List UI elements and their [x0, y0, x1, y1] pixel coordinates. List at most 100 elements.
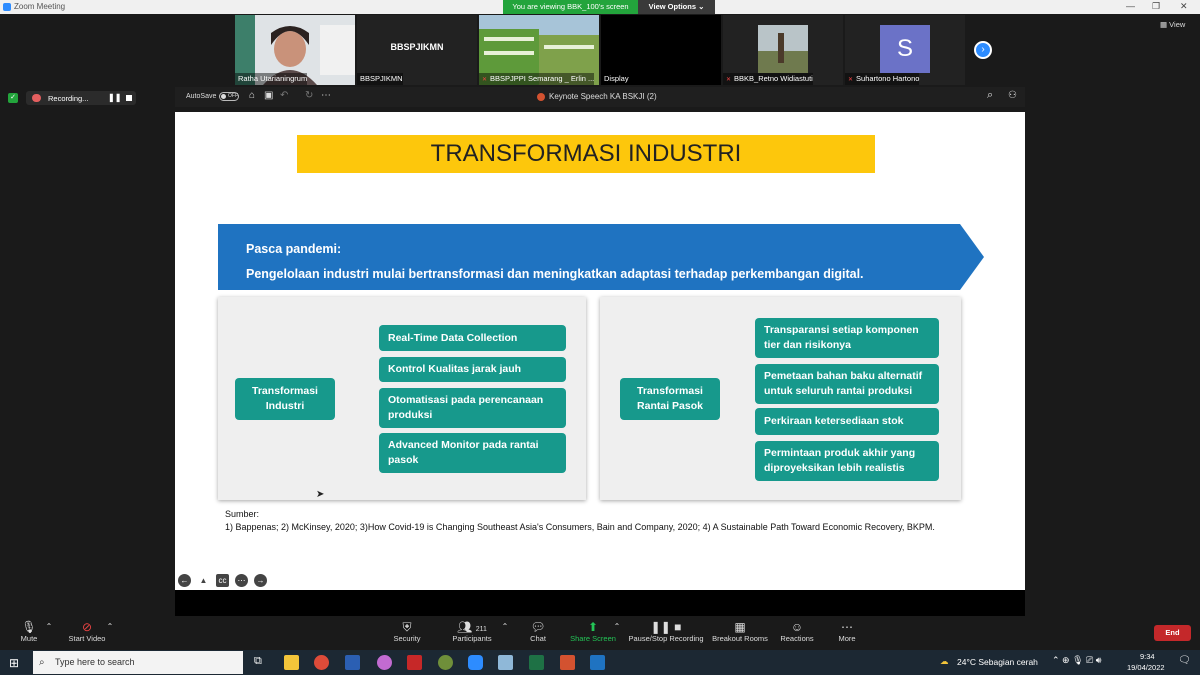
more-button[interactable]: ⋯ More	[835, 617, 859, 650]
file-explorer-icon[interactable]	[284, 655, 299, 670]
mouse-cursor-icon: ➤	[316, 489, 325, 500]
tray-icons[interactable]: ⌃ ⊕ 🎙︎ ⎚ 🔊︎	[1052, 655, 1101, 666]
recording-label: Recording...	[48, 94, 89, 103]
next-page-arrow-icon[interactable]: ›	[974, 41, 992, 59]
share-people-icon[interactable]: ⚇	[1008, 90, 1017, 101]
shield-icon: ⛨	[402, 620, 412, 634]
captions-icon[interactable]: cc	[216, 574, 229, 587]
clock-date[interactable]: 19/04/2022	[1127, 663, 1165, 672]
restore-icon[interactable]: ❐	[1152, 1, 1160, 12]
weather-text[interactable]: 24°C Sebagian cerah	[957, 657, 1038, 667]
participant-name: BBKB_Retno Widiastuti	[723, 73, 813, 85]
notifications-icon[interactable]: 🗨︎	[1178, 655, 1191, 666]
hub-transformasi-industri: Transformasi Industri	[235, 378, 335, 420]
participants-chevron-icon[interactable]: ⌃	[500, 617, 510, 650]
breakout-rooms-icon: ▦	[734, 620, 746, 634]
security-button[interactable]: ⛨ Security	[390, 617, 424, 650]
video-off-icon: ⊘	[81, 620, 93, 634]
undo-icon[interactable]: ↶	[280, 90, 288, 101]
stop-recording-icon[interactable]	[126, 95, 132, 101]
right-item: Permintaan produk akhir yang diproyeksik…	[755, 441, 939, 481]
microphone-icon: 🎙︎	[21, 620, 37, 634]
left-item: Kontrol Kualitas jarak jauh	[379, 357, 566, 382]
taskbar-search-input[interactable]: ⌕ Type here to search	[33, 651, 243, 674]
redo-icon[interactable]: ↻	[305, 90, 313, 101]
paint-icon[interactable]	[377, 655, 392, 670]
photos-icon[interactable]	[498, 655, 513, 670]
audio-options-chevron-icon[interactable]: ⌃	[44, 617, 54, 650]
share-screen-button[interactable]: ⬆ Share Screen	[569, 617, 617, 650]
app-icon[interactable]	[345, 655, 360, 670]
participant-name: BBSPJPPI Semarang _ Erlin ...	[479, 73, 595, 85]
left-panel: Transformasi Industri Real-Time Data Col…	[218, 297, 586, 500]
document-title: Keynote Speech KA BSKJI (2)	[549, 92, 657, 101]
app-icon[interactable]	[438, 655, 453, 670]
pause-stop-icon: ❚❚ ■	[650, 620, 682, 634]
windows-start-icon[interactable]: ⊞	[9, 656, 19, 670]
more-icon[interactable]: ⋯	[321, 90, 331, 101]
shield-icon[interactable]: ✓	[8, 93, 18, 103]
search-icon: ⌕	[39, 657, 45, 668]
right-item: Transparansi setiap komponen tier dan ri…	[755, 318, 939, 358]
slide-controls: ← ▲ cc ⋯ →	[178, 574, 267, 587]
participant-tile[interactable]: S Suhartono Hartono	[845, 15, 965, 85]
slide-bottom-bar	[175, 590, 1025, 616]
share-options-chevron-icon[interactable]: ⌃	[612, 617, 622, 650]
participants-icon: 👥︎ 211	[457, 620, 487, 634]
weather-icon: ☁	[940, 656, 949, 666]
viewing-screen-bar: You are viewing BBK_100's screen View Op…	[503, 0, 715, 14]
view-button[interactable]: ▦ View	[1160, 20, 1185, 29]
meeting-toolbar: 🎙︎ Mute ⌃ ⊘ Start Video ⌃ ⛨ Security 👥︎ 211…	[0, 617, 1200, 650]
chrome-icon[interactable]	[314, 655, 329, 670]
clock-time[interactable]: 9:34	[1140, 652, 1155, 661]
participant-tile[interactable]: BBSPJIKMN BBSPJIKMN	[357, 15, 477, 85]
end-meeting-button[interactable]: End	[1154, 625, 1191, 641]
slideshow-icon[interactable]	[590, 655, 605, 670]
shared-app-toolbar: AutoSave OFF ⌂ ▣ ↶ ↻ ⋯ Keynote Speech KA…	[175, 87, 1025, 107]
mute-button[interactable]: 🎙︎ Mute	[16, 617, 42, 650]
search-icon[interactable]: ⌕	[987, 89, 993, 102]
reactions-button[interactable]: ☺ Reactions	[779, 617, 815, 650]
slide: TRANSFORMASI INDUSTRI Pasca pandemi: Pen…	[175, 112, 1025, 590]
participants-count: 211	[475, 626, 487, 633]
participant-name: Display	[601, 73, 629, 85]
excel-icon[interactable]	[529, 655, 544, 670]
banner-text: Pasca pandemi: Pengelolaan industri mula…	[246, 237, 864, 287]
pointer-icon[interactable]: ▲	[197, 574, 210, 587]
video-options-chevron-icon[interactable]: ⌃	[105, 617, 115, 650]
save-icon[interactable]: ▣	[264, 90, 273, 101]
sources-text: 1) Bappenas; 2) McKinsey, 2020; 3)How Co…	[225, 522, 935, 532]
chat-button[interactable]: 💬︎ Chat	[526, 617, 550, 650]
zoom-icon[interactable]	[468, 655, 483, 670]
pause-recording-icon[interactable]: ❚❚	[108, 93, 121, 102]
participants-button[interactable]: 👥︎ 211 Participants	[450, 617, 494, 650]
participant-strip	[0, 14, 1200, 85]
view-options-button[interactable]: View Options ⌄	[638, 0, 715, 14]
close-icon[interactable]: ✕	[1180, 1, 1188, 12]
participant-tile[interactable]: Ratha Utarianingrum	[235, 15, 355, 85]
sources-label: Sumber:	[225, 509, 260, 519]
task-view-icon[interactable]: ⧉	[254, 655, 262, 668]
avatar: S	[880, 25, 930, 73]
autosave-toggle[interactable]: OFF	[219, 92, 239, 101]
participant-tile[interactable]: Display	[601, 15, 721, 85]
participant-name: Suhartono Hartono	[845, 73, 920, 85]
start-video-button[interactable]: ⊘ Start Video	[64, 617, 110, 650]
previous-slide-icon[interactable]: ←	[178, 574, 191, 587]
right-item: Perkiraan ketersediaan stok	[755, 408, 939, 435]
powerpoint-icon	[537, 93, 545, 101]
more-options-icon[interactable]: ⋯	[235, 574, 248, 587]
sources: Sumber: 1) Bappenas; 2) McKinsey, 2020; …	[225, 508, 935, 534]
next-slide-icon[interactable]: →	[254, 574, 267, 587]
minimize-icon[interactable]: —	[1126, 1, 1135, 11]
left-item: Advanced Monitor pada rantai pasok	[379, 433, 566, 473]
pause-stop-recording-button[interactable]: ❚❚ ■ Pause/Stop Recording	[627, 617, 705, 650]
participant-tile[interactable]: BBSPJPPI Semarang _ Erlin ...	[479, 15, 599, 85]
slide-title: TRANSFORMASI INDUSTRI	[297, 135, 875, 173]
participant-tile[interactable]: BBKB_Retno Widiastuti	[723, 15, 843, 85]
powerpoint-icon[interactable]	[560, 655, 575, 670]
breakout-rooms-button[interactable]: ▦ Breakout Rooms	[711, 617, 769, 650]
left-item: Real-Time Data Collection	[379, 325, 566, 351]
home-icon[interactable]: ⌂	[249, 90, 255, 101]
filezilla-icon[interactable]	[407, 655, 422, 670]
